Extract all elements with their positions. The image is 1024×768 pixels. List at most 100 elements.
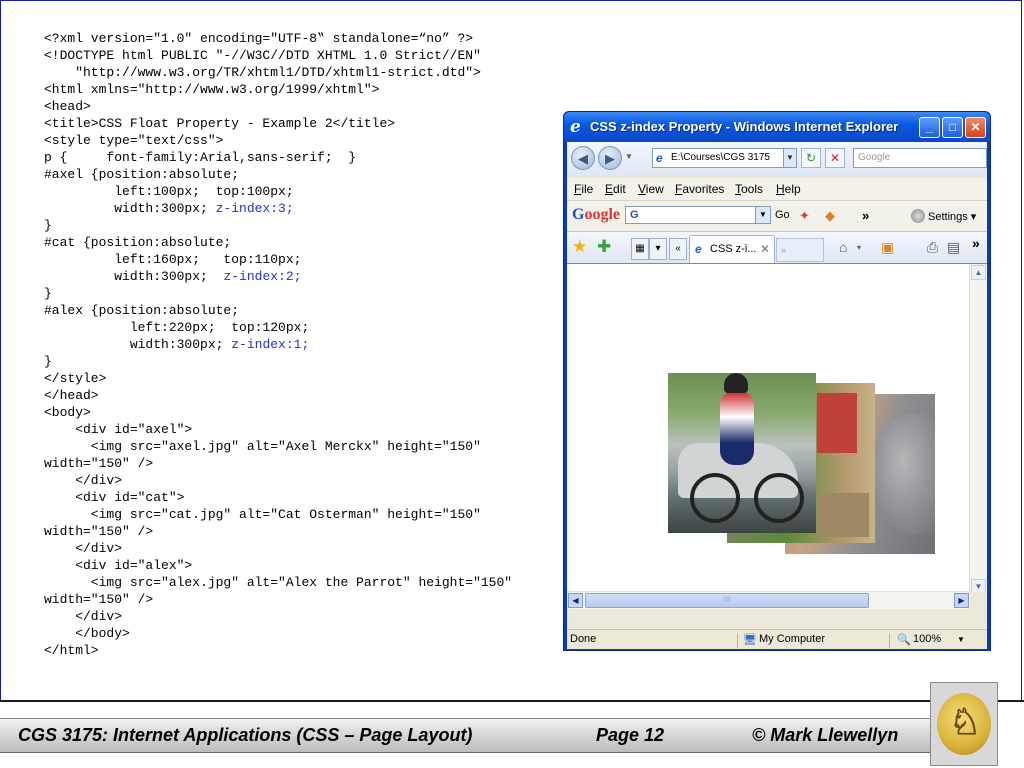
code-highlight-cat-zindex: z-index:2; <box>223 269 302 284</box>
menu-view[interactable]: View <box>638 182 664 196</box>
status-text: Done <box>570 633 597 645</box>
code-line: </div> <box>44 609 123 624</box>
page-viewport: ▲ ▼ ◀ III ▶ <box>567 263 987 609</box>
google-logo: Google <box>572 206 620 224</box>
scroll-up-icon[interactable]: ▲ <box>971 265 986 280</box>
zoom-level[interactable]: 100% <box>913 633 941 645</box>
page-icon: e <box>695 242 702 256</box>
course-title: CGS 3175: Internet Applications (CSS – P… <box>18 725 473 745</box>
menu-help[interactable]: Help <box>776 182 801 196</box>
menu-bar: File Edit View Favorites Tools Help <box>567 178 987 200</box>
code-line: } <box>44 218 52 233</box>
footer-divider <box>0 700 1024 702</box>
code-line: width="150" /> <box>44 592 154 607</box>
home-icon[interactable]: ⌂ <box>839 239 847 255</box>
horizontal-scrollbar[interactable]: ◀ III ▶ <box>567 591 970 609</box>
tab-list-dropdown-icon[interactable]: ▾ <box>649 238 667 260</box>
menu-file[interactable]: File <box>574 182 593 196</box>
parrot-shape <box>875 414 935 534</box>
window-title: CSS z-index Property - Windows Internet … <box>590 119 899 134</box>
scroll-right-icon[interactable]: ▶ <box>954 593 969 608</box>
bookmark-icon[interactable]: ✦ <box>799 208 810 224</box>
axel-image <box>668 373 816 533</box>
menu-edit[interactable]: Edit <box>605 182 626 196</box>
menu-tools[interactable]: Tools <box>735 182 763 196</box>
more-tools-button[interactable]: » <box>862 208 869 223</box>
address-input[interactable]: e E:\Courses\CGS 3175 <box>652 148 797 168</box>
browser-window: e CSS z-index Property - Windows Interne… <box>563 111 991 651</box>
close-button[interactable]: ✕ <box>965 117 986 138</box>
feeds-icon[interactable]: ▣ <box>881 239 894 256</box>
scroll-left-icon[interactable]: ◀ <box>568 593 583 608</box>
code-line: </div> <box>44 541 123 556</box>
code-line: width="150" /> <box>44 524 154 539</box>
favorites-star-icon[interactable]: ★ <box>572 237 587 257</box>
code-line: #axel {position:absolute; <box>44 167 240 182</box>
stop-button[interactable]: ✕ <box>825 148 845 168</box>
quick-tabs-icon[interactable]: ▦ <box>631 238 649 260</box>
address-dropdown-icon[interactable]: ▼ <box>783 148 797 168</box>
code-line: <!DOCTYPE html PUBLIC "-//W3C//DTD XHTML… <box>44 48 481 63</box>
search-input[interactable]: Google <box>853 148 987 168</box>
code-line: <img src="alex.jpg" alt="Alex the Parrot… <box>44 575 513 590</box>
pagerank-icon[interactable]: ◆ <box>825 208 835 224</box>
new-tab-button[interactable]: » <box>776 238 824 262</box>
status-divider <box>889 633 890 648</box>
scroll-thumb[interactable]: III <box>585 593 869 608</box>
home-dropdown-icon[interactable]: ▾ <box>857 243 861 252</box>
google-search-dropdown-icon[interactable]: ▼ <box>755 206 771 224</box>
code-line: <title>CSS Float Property - Example 2</t… <box>44 116 396 131</box>
code-highlight-alex-zindex: z-index:1; <box>231 337 310 352</box>
zoom-dropdown-icon[interactable]: ▼ <box>957 635 965 644</box>
dirt-shape <box>817 493 869 537</box>
code-line: "http://www.w3.org/TR/xhtml1/DTD/xhtml1-… <box>44 65 481 80</box>
google-go-button[interactable]: Go <box>775 209 790 221</box>
google-logo-g: G <box>572 206 585 223</box>
code-line: <img src="cat.jpg" alt="Cat Osterman" he… <box>44 507 481 522</box>
code-line: #cat {position:absolute; <box>44 235 232 250</box>
print-icon[interactable]: ⎙ <box>927 239 938 256</box>
menu-favorites[interactable]: Favorites <box>675 182 724 196</box>
settings-label: Settings ▾ <box>928 211 977 223</box>
code-line: <body> <box>44 405 91 420</box>
code-line: width:300px; z-index:3; <box>44 200 512 217</box>
vertical-scrollbar[interactable]: ▲ ▼ <box>969 264 987 595</box>
code-line: <img src="axel.jpg" alt="Axel Merckx" he… <box>44 439 481 454</box>
title-bar[interactable]: e CSS z-index Property - Windows Interne… <box>564 112 990 142</box>
page-menu-icon[interactable]: ▤ <box>947 239 960 256</box>
code-line: width:300px; z-index:1; <box>44 336 512 353</box>
refresh-button[interactable]: ↻ <box>801 148 821 168</box>
code-line: } <box>44 286 52 301</box>
code-text: width:300px; <box>44 201 216 216</box>
scroll-corner <box>970 592 987 609</box>
tab-scroll-left-icon[interactable]: « <box>669 238 687 260</box>
close-tab-icon[interactable]: ✕ <box>760 236 770 262</box>
forward-button[interactable]: ▶ <box>598 146 622 170</box>
code-line: #alex {position:absolute; <box>44 303 240 318</box>
bike-wheel-shape <box>754 473 804 523</box>
add-favorite-icon[interactable]: ✚ <box>597 237 611 257</box>
recent-pages-dropdown-icon[interactable]: ▼ <box>625 152 633 161</box>
code-line: width="150" /> <box>44 456 154 471</box>
maximize-button[interactable]: □ <box>942 117 963 138</box>
code-line: <div id="alex"> <box>44 558 193 573</box>
more-commands-icon[interactable]: » <box>972 235 980 251</box>
arrow-right-icon: ▶ <box>605 151 615 166</box>
google-logo-rest: oogle <box>584 206 620 223</box>
code-line: left:100px; top:100px; <box>44 184 294 199</box>
code-text: width:300px; <box>44 337 232 352</box>
code-line: } <box>44 354 52 369</box>
google-search-input[interactable]: G <box>625 206 771 224</box>
code-line: <html xmlns="http://www.w3.org/1999/xhtm… <box>44 82 380 97</box>
browser-body: ◀ ▶ ▼ e E:\Courses\CGS 3175 ▼ ↻ ✕ Google… <box>567 142 987 649</box>
code-line: </style> <box>44 371 107 386</box>
back-button[interactable]: ◀ <box>571 146 595 170</box>
page-icon: e <box>656 151 663 165</box>
google-settings-button[interactable]: Settings ▾ <box>911 209 976 223</box>
code-listing: <?xml version="1.0" encoding="UTF-8‟ sta… <box>44 30 512 659</box>
status-bar: Done 🖥 My Computer 🔍 100% ▼ <box>567 629 987 649</box>
bike-wheel-shape <box>690 473 740 523</box>
tab-active[interactable]: e CSS z-i... ✕ <box>689 235 775 263</box>
minimize-button[interactable]: _ <box>919 117 940 138</box>
code-text: width:300px; <box>44 269 224 284</box>
